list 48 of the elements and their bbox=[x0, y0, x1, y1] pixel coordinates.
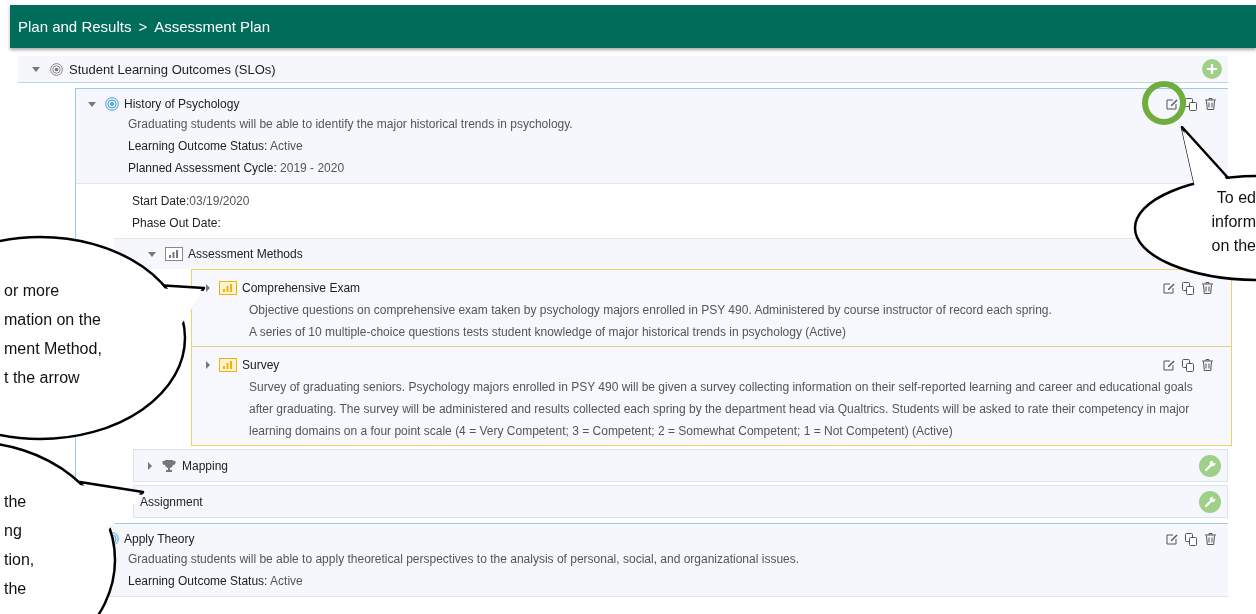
copy-icon[interactable] bbox=[1182, 358, 1195, 372]
copy-icon[interactable] bbox=[1185, 532, 1198, 546]
edit-icon[interactable] bbox=[1163, 359, 1175, 371]
bar-chart-icon bbox=[219, 358, 237, 372]
breadcrumb-link[interactable]: Plan and Results bbox=[18, 18, 132, 35]
outcome-field: Learning Outcome Status: Active bbox=[128, 135, 1216, 157]
breadcrumb-separator: > bbox=[138, 18, 148, 35]
highlight-circle bbox=[1142, 81, 1186, 125]
outcome-title[interactable]: History of Psychology bbox=[124, 97, 240, 111]
row-title[interactable]: Assignment bbox=[140, 494, 203, 509]
copy-icon[interactable] bbox=[1185, 97, 1198, 111]
expand-arrow-icon[interactable] bbox=[148, 461, 152, 470]
callout-text: the ng tion, the bbox=[4, 492, 35, 599]
row-title[interactable]: Mapping bbox=[182, 458, 229, 473]
trash-icon[interactable] bbox=[1205, 533, 1216, 545]
edit-icon[interactable] bbox=[1166, 98, 1178, 110]
method-description: A series of 10 multiple-choice questions tests student knowledge of major historical trends in psychology (Active) bbox=[249, 324, 847, 341]
date-field: Start Date:03/19/2020 bbox=[132, 194, 250, 208]
method-description: Survey of graduating seniors. Psychology majors enrolled in PSY 490 will be given a survey collecting information on their self-reported learning and career and educational goals after graduating. The survey will be administered and results collected each spring by the department head via Qualtrics. Students will be asked to rate their competency in major learning domains on a four point scale (4 = Very Competent; 3 = Competent; 2 = Somewhat Competent; 1 = Not Competent) (Active) bbox=[249, 379, 1194, 440]
trash-icon[interactable] bbox=[1205, 98, 1216, 110]
target-icon bbox=[105, 97, 119, 111]
page-title: Assessment Plan bbox=[154, 18, 271, 35]
trash-icon[interactable] bbox=[1202, 359, 1213, 371]
collapse-arrow-icon[interactable] bbox=[32, 66, 40, 72]
edit-icon[interactable] bbox=[1163, 282, 1175, 294]
copy-icon[interactable] bbox=[1182, 281, 1195, 295]
method-description: Objective questions on comprehensive exam taken by psychology majors enrolled in PSY 490. Administered by course instructor of record each spring. bbox=[249, 302, 1053, 319]
trash-icon[interactable] bbox=[1202, 282, 1213, 294]
trophy-icon bbox=[162, 458, 176, 473]
method-title[interactable]: Survey bbox=[242, 358, 280, 372]
outcome-field: Planned Assessment Cycle: 2019 - 2020 bbox=[128, 157, 1216, 179]
section-title[interactable]: Assessment Methods bbox=[188, 247, 303, 261]
collapse-arrow-icon[interactable] bbox=[88, 101, 96, 107]
edit-icon[interactable] bbox=[1166, 533, 1178, 545]
outcome-description: Graduating students will be able to apply theoretical perspectives to the analysis of personal, social, and organizational issues. bbox=[128, 551, 801, 568]
collapse-arrow-icon[interactable] bbox=[148, 251, 156, 257]
outcome-title[interactable]: Apply Theory bbox=[124, 532, 195, 546]
callout-text: or more mation on the ment Method, t the arrow bbox=[4, 281, 102, 388]
bar-chart-icon bbox=[219, 281, 237, 295]
outcome-description: Graduating students will be able to identify the major historical trends in psychology. bbox=[128, 116, 574, 133]
section-title: Student Learning Outcomes (SLOs) bbox=[69, 61, 276, 77]
date-field: Phase Out Date: bbox=[132, 216, 221, 230]
target-icon bbox=[50, 62, 63, 76]
callout-text: To ed inform on the bbox=[1211, 188, 1256, 256]
outcome-field: Learning Outcome Status: Active bbox=[128, 570, 1216, 592]
bar-chart-icon bbox=[165, 247, 183, 261]
expand-arrow-icon[interactable] bbox=[206, 361, 210, 369]
method-title[interactable]: Comprehensive Exam bbox=[242, 281, 361, 295]
